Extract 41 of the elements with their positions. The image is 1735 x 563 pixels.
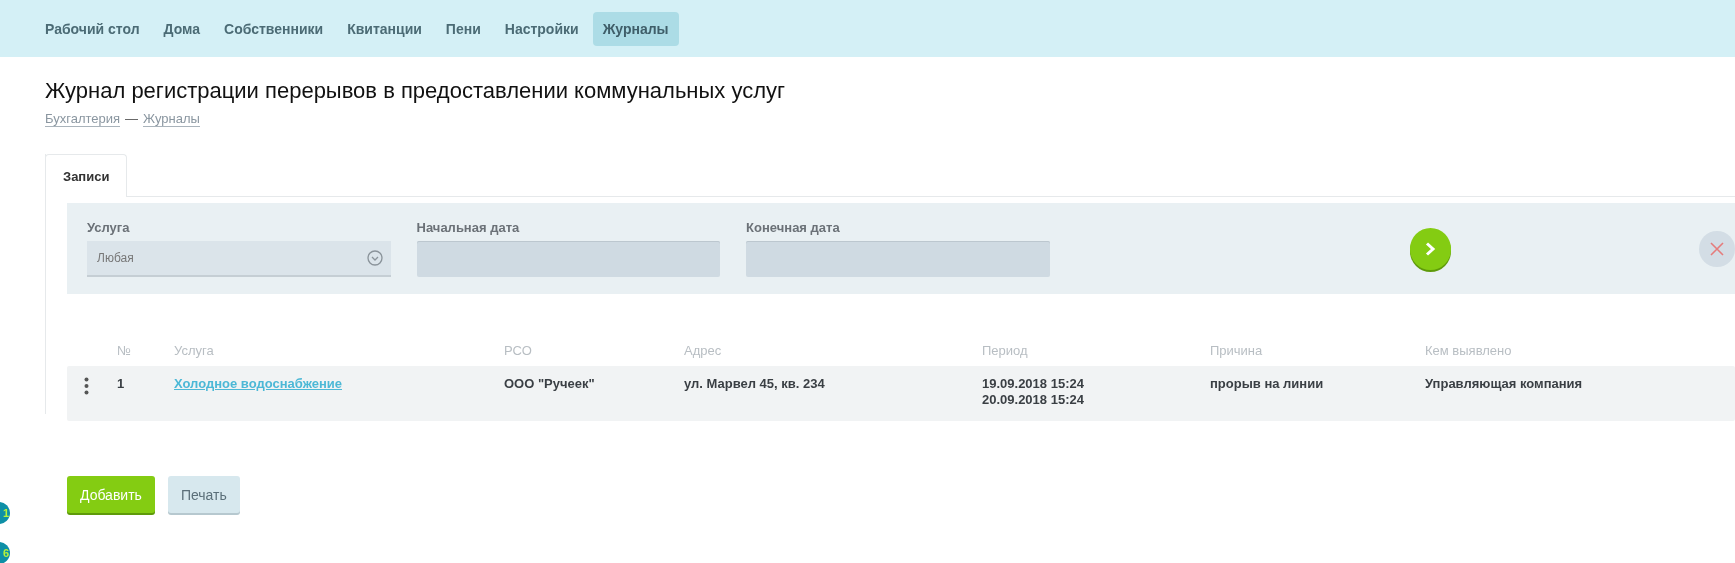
more-options-icon[interactable]	[84, 377, 89, 395]
column-header: Период	[982, 342, 1029, 358]
nav-link[interactable]: Собственники	[214, 11, 334, 46]
table-cell-text: Управляющая компания	[1425, 376, 1584, 391]
breadcrumb-link[interactable]: Бухгалтерия	[45, 111, 121, 127]
close-icon	[1710, 241, 1725, 256]
chevron-down-icon	[366, 250, 383, 266]
clear-button[interactable]	[1699, 230, 1735, 267]
table-cell-text: 1	[117, 376, 126, 391]
apply-button[interactable]	[1409, 227, 1452, 270]
nav-link[interactable]: Журналы	[592, 11, 679, 46]
date-field[interactable]	[746, 241, 1050, 277]
count-badge: 1	[0, 502, 10, 524]
column-header: №	[117, 342, 132, 358]
field-label: Начальная дата	[416, 220, 521, 235]
nav-link[interactable]: Настройки	[494, 11, 589, 46]
date-field[interactable]	[416, 241, 721, 277]
table-cell-text: ООО "Ручеек"	[504, 376, 596, 391]
field-label: Услуга	[87, 220, 131, 235]
table-cell-text: 20.09.2018 15:24	[982, 392, 1085, 407]
nav-link[interactable]: Дома	[153, 11, 211, 46]
table-cell-text: ул. Марвел 45, кв. 234	[684, 376, 826, 391]
table-cell-text: прорыв на линии	[1210, 376, 1325, 391]
chevron-right-icon	[1424, 241, 1437, 256]
select-field[interactable]: Любая	[87, 241, 391, 277]
nav-link[interactable]: Пени	[435, 11, 491, 46]
column-header: Кем выявлено	[1425, 342, 1513, 358]
nav-link[interactable]: Рабочий стол	[35, 11, 150, 46]
nav-link[interactable]: Квитанции	[337, 11, 432, 46]
page-title: Журнал регистрации перерывов в предоставлении коммунальных услуг	[45, 77, 787, 105]
breadcrumb-separator: —	[125, 111, 139, 127]
column-header: Услуга	[174, 342, 215, 358]
field-label: Конечная дата	[746, 220, 841, 235]
column-header: Причина	[1210, 342, 1264, 358]
column-header: Адрес	[684, 342, 723, 358]
column-header: РСО	[504, 342, 533, 358]
table-cell-text: 19.09.2018 15:24	[982, 376, 1085, 391]
breadcrumb-link[interactable]: Журналы	[143, 111, 200, 127]
tab[interactable]: Записи	[45, 154, 128, 197]
count-badge: 6	[0, 542, 10, 563]
print-button[interactable]: Печать	[167, 476, 240, 513]
